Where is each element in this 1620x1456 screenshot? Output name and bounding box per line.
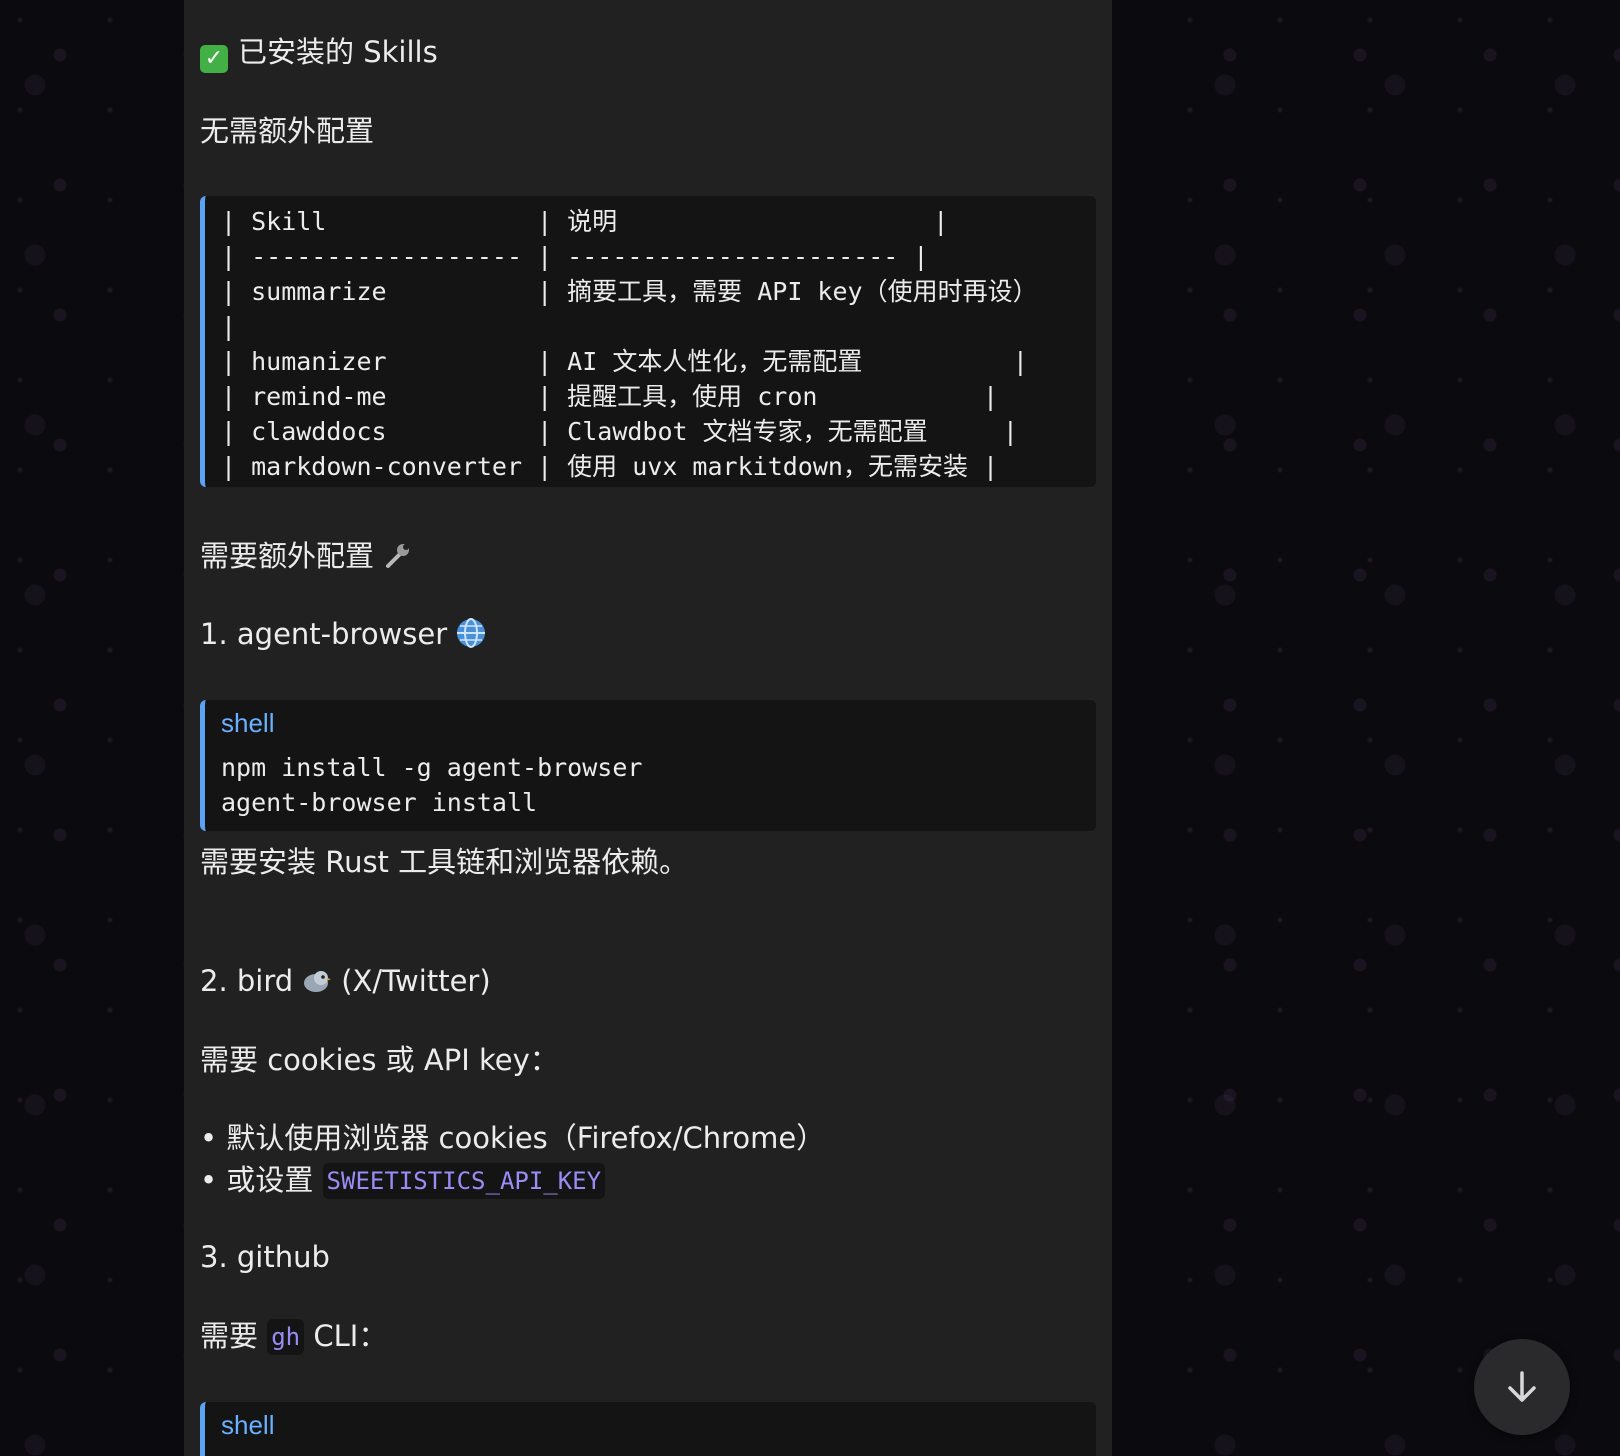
- bird-requirement: 需要 cookies 或 API key：: [200, 1043, 559, 1077]
- message-bubble[interactable]: ✓ 已安装的 Skills 无需额外配置 | Skill | 说明 | | ---…: [184, 0, 1112, 1456]
- code-language-label: shell: [221, 708, 275, 738]
- wrench-icon: [382, 539, 414, 581]
- agent-browser-note: 需要安装 Rust 工具链和浏览器依赖。: [200, 845, 689, 879]
- bird-bullet-2-prefix: • 或设置: [200, 1163, 314, 1197]
- bird-bullet-2: • 或设置 SWEETISTICS_API_KEY: [200, 1160, 606, 1200]
- github-title: 3. github: [200, 1240, 330, 1274]
- skills-table-code-block[interactable]: | Skill | 说明 | | ------------------ | --…: [200, 196, 1096, 487]
- chat-wallpaper-left: [0, 0, 184, 1456]
- env-var-inline-code[interactable]: SWEETISTICS_API_KEY: [322, 1163, 606, 1199]
- code-language-label: shell: [221, 1410, 275, 1440]
- no-config-label: 无需额外配置: [200, 114, 375, 148]
- globe-icon: [455, 617, 487, 659]
- heading-text: 已安装的 Skills: [238, 35, 438, 69]
- gh-inline-code[interactable]: gh: [267, 1319, 305, 1355]
- check-mark-icon: ✓: [200, 45, 228, 73]
- bird-title-suffix: (X/Twitter): [341, 964, 491, 998]
- arrow-down-icon: [1508, 1371, 1536, 1402]
- needs-config-label: 需要额外配置: [200, 536, 414, 581]
- github-requirement-suffix: CLI：: [313, 1319, 388, 1353]
- github-code-block[interactable]: shell: [200, 1402, 1096, 1456]
- bird-title: 2. bird (X/Twitter): [200, 961, 491, 1006]
- chat-wallpaper-right: [1112, 0, 1620, 1456]
- installed-skills-heading: ✓ 已安装的 Skills: [200, 32, 438, 73]
- github-requirement-prefix: 需要: [200, 1319, 259, 1353]
- bird-icon: [301, 966, 332, 1006]
- scroll-down-button[interactable]: [1474, 1339, 1570, 1435]
- skills-table-text: | Skill | 说明 | | ------------------ | --…: [221, 207, 1038, 481]
- agent-browser-code-text: npm install -g agent-browser agent-brows…: [221, 753, 643, 817]
- github-requirement: 需要 gh CLI：: [200, 1316, 387, 1356]
- agent-browser-title: 1. agent-browser: [200, 614, 487, 659]
- bird-title-prefix: 2. bird: [200, 964, 294, 998]
- needs-config-text: 需要额外配置: [200, 539, 375, 573]
- agent-browser-code-block[interactable]: shell npm install -g agent-browser agent…: [200, 700, 1096, 831]
- bird-bullet-1: • 默认使用浏览器 cookies（Firefox/Chrome）: [200, 1121, 826, 1155]
- agent-browser-title-text: 1. agent-browser: [200, 617, 448, 651]
